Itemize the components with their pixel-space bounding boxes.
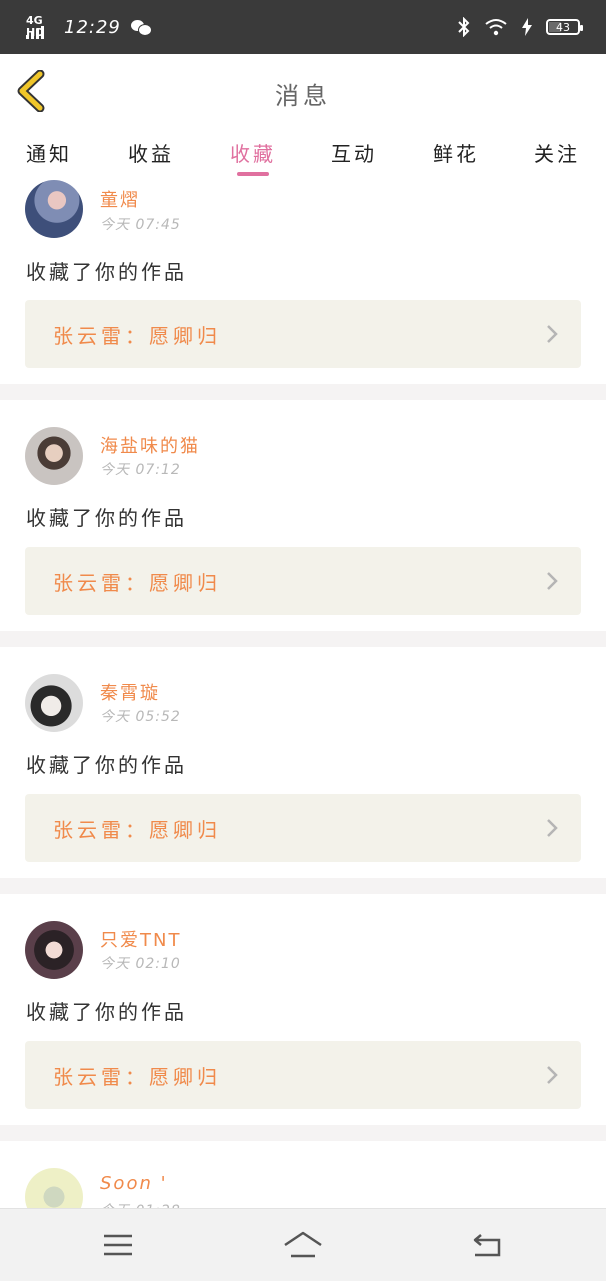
list-item: 海盐味的猫 今天 07:12 收藏了你的作品 张云雷：愿卿归 [0, 400, 606, 631]
timestamp: 今天 07:12 [100, 462, 181, 478]
wechat-icon [130, 18, 152, 36]
work-title: 张云雷：愿卿归 [53, 1065, 221, 1089]
work-title: 张云雷：愿卿归 [53, 324, 221, 348]
username[interactable]: 只爱TNT [100, 926, 181, 952]
avatar[interactable] [25, 674, 83, 732]
list-item: 秦霄璇 今天 05:52 收藏了你的作品 张云雷：愿卿归 [0, 647, 606, 878]
work-title: 张云雷：愿卿归 [53, 818, 221, 842]
timestamp: 今天 02:10 [100, 956, 181, 972]
action-text: 收藏了你的作品 [26, 753, 187, 777]
timestamp: 今天 07:45 [100, 217, 181, 233]
list-item: 童熠 今天 07:45 收藏了你的作品 张云雷：愿卿归 [0, 178, 606, 384]
avatar[interactable] [25, 921, 83, 979]
bluetooth-icon [458, 17, 470, 37]
tab-favorites[interactable]: 收藏 [230, 138, 276, 167]
avatar[interactable] [25, 180, 83, 238]
divider [0, 384, 606, 400]
status-time: 12:29 [64, 16, 121, 38]
username[interactable]: Soon ' [100, 1173, 168, 1194]
chevron-right-icon [547, 1066, 558, 1084]
timestamp: 今天 01:28 [100, 1200, 181, 1208]
back-icon[interactable] [467, 1227, 507, 1263]
battery-level: 43 [556, 20, 570, 34]
action-text: 收藏了你的作品 [26, 1000, 187, 1024]
home-icon[interactable] [283, 1227, 323, 1263]
menu-icon[interactable] [98, 1227, 138, 1263]
tab-earnings[interactable]: 收益 [128, 138, 174, 167]
header: 消息 [0, 54, 606, 129]
avatar[interactable] [25, 427, 83, 485]
tab-follow[interactable]: 关注 [534, 138, 580, 167]
active-tab-indicator [237, 172, 269, 176]
work-title: 张云雷：愿卿归 [53, 571, 221, 595]
work-link[interactable]: 张云雷：愿卿归 [25, 794, 581, 862]
chevron-right-icon [547, 819, 558, 837]
divider [0, 1125, 606, 1141]
divider [0, 631, 606, 647]
tab-bar: 通知 收益 收藏 互动 鲜花 关注 [0, 128, 606, 178]
work-link[interactable]: 张云雷：愿卿归 [25, 300, 581, 368]
list-item: Soon ' 今天 01:28 [0, 1141, 606, 1208]
tab-flowers[interactable]: 鲜花 [433, 138, 479, 167]
avatar[interactable] [25, 1168, 83, 1208]
status-bar: 4G HD 12:29 43 [0, 0, 606, 54]
system-nav-bar [0, 1208, 606, 1281]
username[interactable]: 秦霄璇 [100, 679, 160, 705]
chevron-right-icon [547, 572, 558, 590]
page-title: 消息 [275, 82, 331, 110]
tab-notifications[interactable]: 通知 [26, 138, 72, 167]
work-link[interactable]: 张云雷：愿卿归 [25, 1041, 581, 1109]
battery-icon: 43 [546, 19, 583, 35]
timestamp: 今天 05:52 [100, 709, 181, 725]
username[interactable]: 童熠 [100, 186, 140, 212]
list-item: 只爱TNT 今天 02:10 收藏了你的作品 张云雷：愿卿归 [0, 894, 606, 1125]
username[interactable]: 海盐味的猫 [100, 432, 200, 458]
wifi-icon [485, 19, 507, 36]
action-text: 收藏了你的作品 [26, 506, 187, 530]
action-text: 收藏了你的作品 [26, 260, 187, 284]
charging-icon [522, 18, 532, 36]
tab-interactions[interactable]: 互动 [331, 138, 377, 167]
divider [0, 878, 606, 894]
work-link[interactable]: 张云雷：愿卿归 [25, 547, 581, 615]
chevron-right-icon [547, 325, 558, 343]
signal-icon: 4G HD [26, 15, 52, 39]
